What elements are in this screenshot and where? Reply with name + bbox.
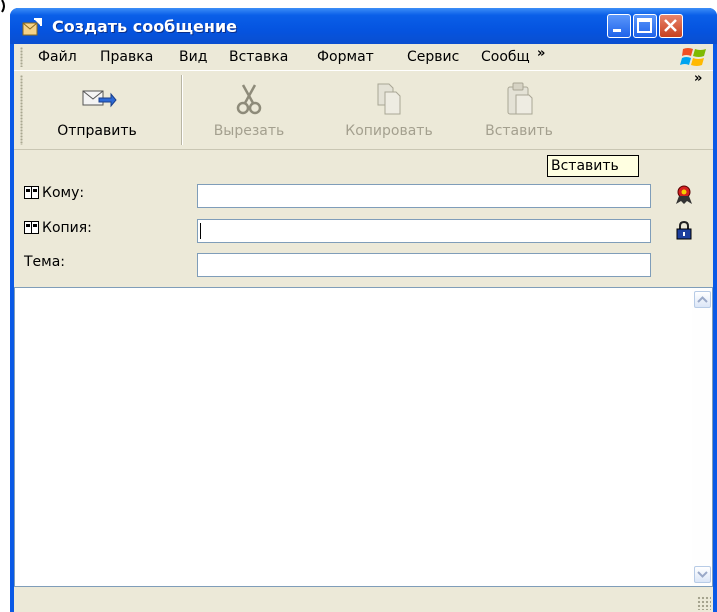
scroll-up-button[interactable] [694, 291, 711, 308]
message-body-editor[interactable] [14, 287, 713, 587]
menu-insert[interactable]: Вставка [229, 49, 288, 65]
status-bar [14, 589, 713, 612]
menu-format[interactable]: Формат [317, 49, 374, 65]
maximize-button[interactable] [633, 14, 657, 38]
close-icon [664, 19, 677, 32]
menu-view[interactable]: Вид [179, 49, 207, 65]
chevron-up-icon [697, 296, 708, 303]
menu-message[interactable]: Сообщ [481, 49, 530, 65]
resize-grip[interactable] [697, 596, 711, 610]
address-book-icon [24, 186, 39, 199]
title-bar[interactable]: Создать сообщение [10, 8, 717, 44]
cut-label: Вырезать [213, 123, 285, 139]
copy-button[interactable]: Копировать [334, 71, 444, 149]
menu-grip[interactable] [20, 47, 23, 67]
encrypt-lock-icon[interactable] [675, 220, 693, 240]
copy-icon [377, 83, 401, 115]
menu-file[interactable]: Файл [38, 49, 77, 65]
paste-label: Вставить [485, 123, 553, 139]
subject-label: Тема: [24, 254, 66, 270]
toolbar-grip[interactable] [20, 75, 23, 145]
sign-ribbon-icon[interactable] [675, 185, 693, 205]
subject-input[interactable] [197, 253, 651, 277]
client-area: Файл Правка Вид Вставка Формат Сервис Со… [14, 44, 713, 612]
copy-label: Копировать [345, 123, 433, 139]
to-label-text: Кому: [42, 185, 85, 201]
menu-overflow-chevron[interactable]: » [537, 46, 545, 61]
compose-window: Создать сообщение Файл Правка Вид Вставк… [10, 8, 717, 612]
cut-button[interactable]: Вырезать [204, 71, 294, 149]
maximize-icon [637, 18, 652, 33]
paste-tooltip: Вставить [547, 155, 639, 177]
cc-label[interactable]: Копия: [24, 220, 92, 236]
window-title: Создать сообщение [52, 17, 238, 36]
menu-edit[interactable]: Правка [100, 49, 153, 65]
windows-logo-icon [680, 48, 706, 66]
to-input[interactable] [197, 184, 651, 208]
send-button[interactable]: Отправить [36, 71, 158, 149]
menu-tools[interactable]: Сервис [407, 49, 459, 65]
scroll-down-button[interactable] [694, 566, 711, 583]
scissors-icon [236, 84, 262, 115]
menu-bar: Файл Правка Вид Вставка Формат Сервис Со… [14, 44, 713, 71]
close-button[interactable] [659, 14, 683, 38]
send-icon [82, 90, 117, 108]
cc-input[interactable] [197, 219, 651, 243]
toolbar-overflow-chevron[interactable]: » [694, 71, 702, 86]
new-message-icon [22, 18, 42, 36]
minimize-button[interactable] [607, 14, 631, 38]
paste-button[interactable]: Вставить [474, 71, 564, 149]
paste-icon [507, 82, 533, 115]
address-book-icon [24, 221, 39, 234]
cc-label-text: Копия: [42, 220, 92, 236]
vertical-scrollbar[interactable] [692, 288, 712, 586]
toolbar-separator [181, 75, 183, 145]
to-label[interactable]: Кому: [24, 185, 84, 201]
minimize-icon [613, 29, 621, 32]
toolbar: Отправить Вырезать Копировать Вставить » [14, 71, 713, 150]
send-label: Отправить [57, 123, 137, 139]
text-caret [200, 223, 201, 239]
chevron-down-icon [697, 571, 708, 578]
